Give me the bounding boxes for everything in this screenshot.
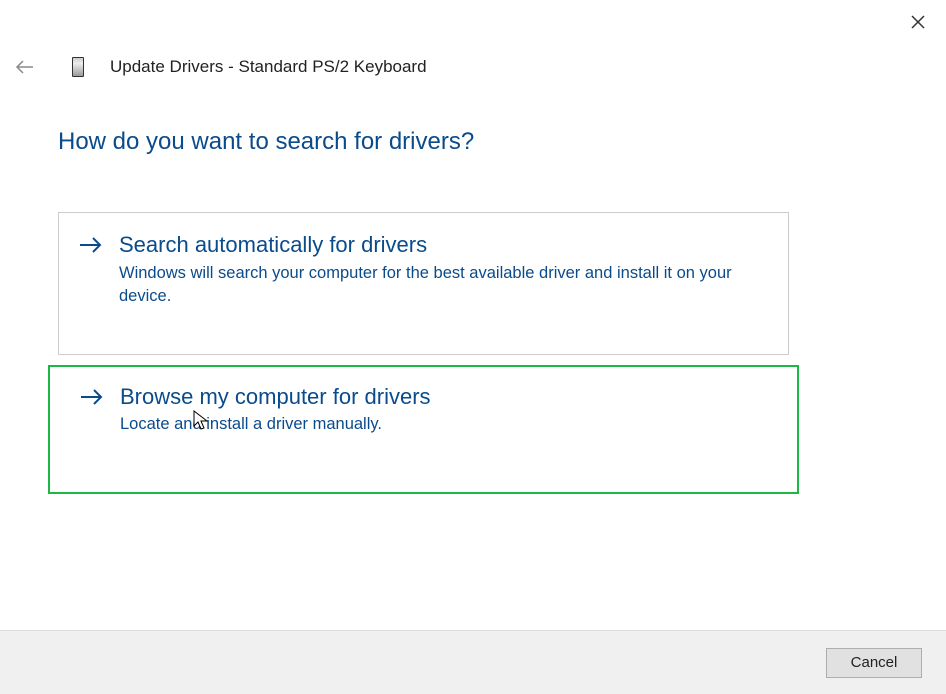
close-icon — [911, 15, 925, 29]
arrow-right-icon — [80, 387, 104, 411]
option-description: Windows will search your computer for th… — [119, 262, 759, 308]
arrow-right-icon — [79, 235, 103, 259]
option-description: Locate and install a driver manually. — [120, 413, 760, 436]
back-arrow-icon — [15, 59, 35, 75]
cancel-button[interactable]: Cancel — [826, 648, 922, 678]
device-icon — [72, 57, 84, 77]
cancel-button-label: Cancel — [851, 654, 898, 671]
option-title: Browse my computer for drivers — [120, 383, 767, 412]
option-title: Search automatically for drivers — [119, 231, 768, 260]
page-heading: How do you want to search for drivers? — [58, 128, 798, 156]
back-button[interactable] — [12, 54, 38, 80]
option-search-automatically[interactable]: Search automatically for drivers Windows… — [58, 212, 789, 355]
option-browse-computer[interactable]: Browse my computer for drivers Locate an… — [48, 365, 799, 495]
window-title: Update Drivers - Standard PS/2 Keyboard — [110, 57, 427, 77]
close-button[interactable] — [908, 12, 928, 32]
footer-bar: Cancel — [0, 630, 946, 694]
